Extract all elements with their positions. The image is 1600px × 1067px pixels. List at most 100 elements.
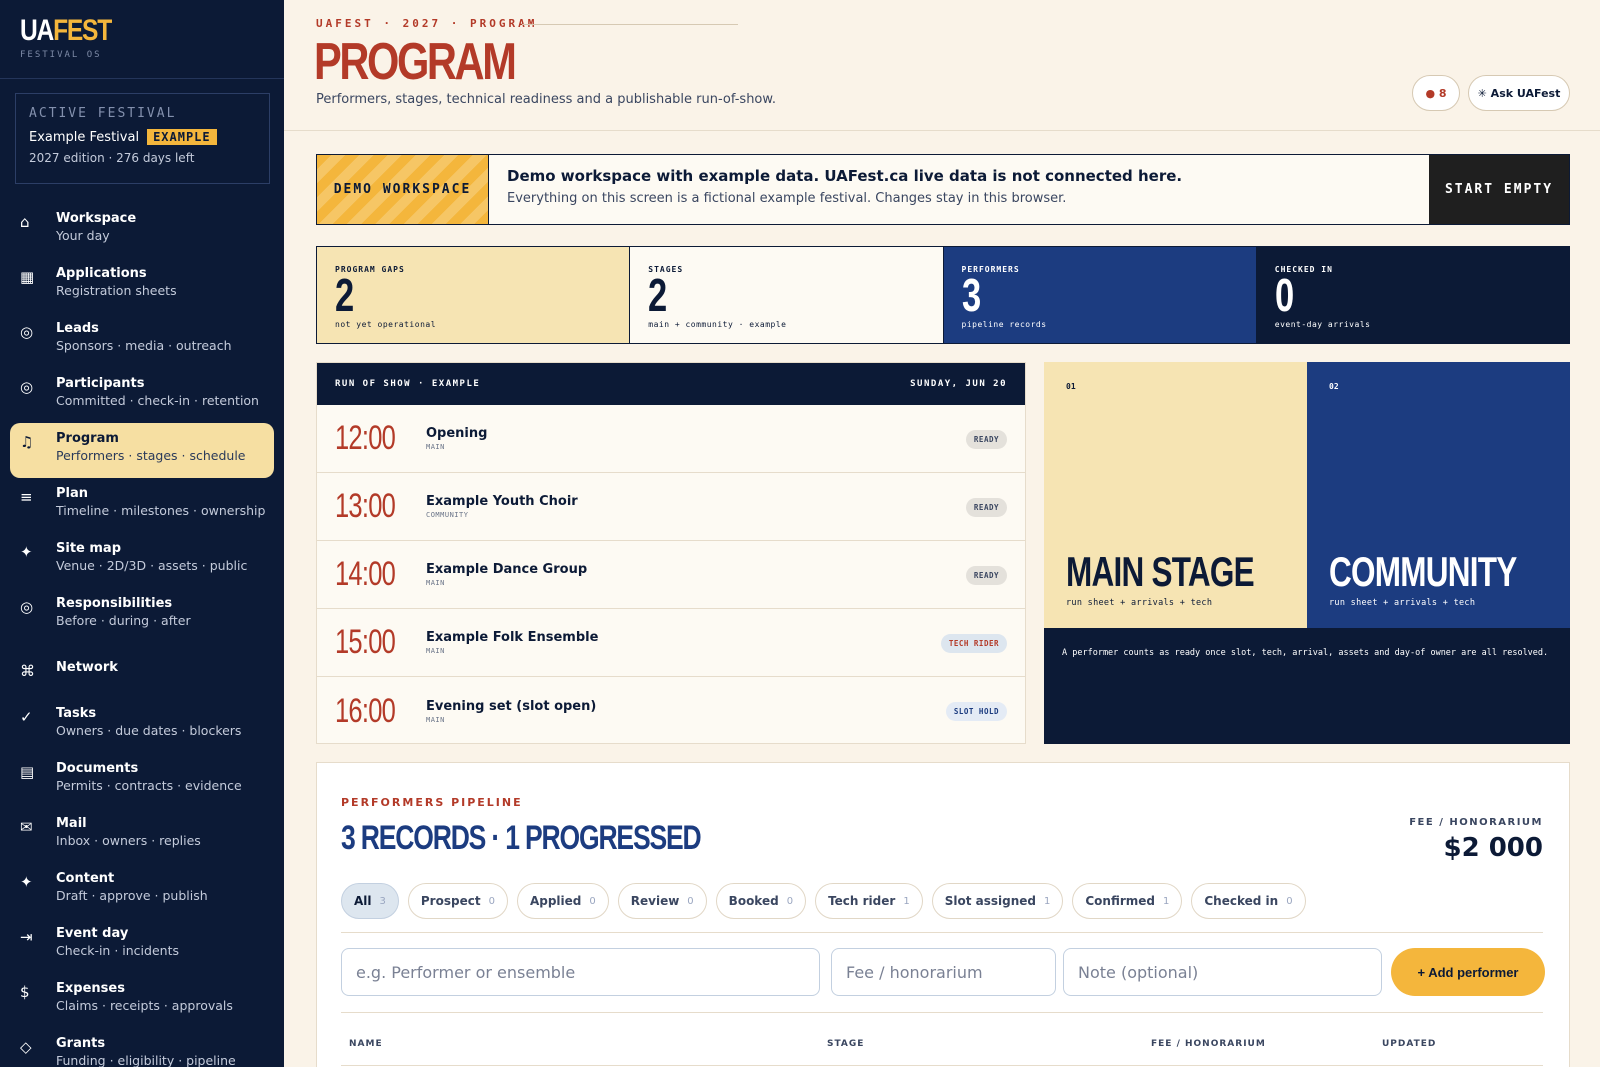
stat-sub: pipeline records [961,320,1047,329]
filter-prospect[interactable]: Prospect 0 [407,883,508,919]
stat-value: 2 [648,269,668,321]
nav-title: Site map [56,541,121,556]
page-subtitle: Performers, stages, technical readiness … [316,92,776,107]
run-of-show-row[interactable]: 15:00 Example Folk Ensemble MAIN TECH RIDER [317,609,1025,677]
stage-card-community[interactable]: 02 COMMUNITY run sheet + arrivals + tech [1307,362,1570,628]
sidebar-item-tasks[interactable]: ✓ Tasks Owners · due dates · blockers [10,698,274,753]
performer-name-input[interactable] [341,948,820,996]
nav-icon: ⌂ [20,213,30,231]
nav-icon: ⌘ [20,662,35,680]
banner-text: Everything on this screen is a fictional… [507,191,1067,206]
run-of-show-row[interactable]: 13:00 Example Youth Choir COMMUNITY READY [317,473,1025,541]
filter-booked[interactable]: Booked 0 [715,883,807,919]
nav-title: Content [56,871,115,886]
column-header-stage[interactable]: STAGE [827,1039,864,1049]
nav-subtitle: Permits · contracts · evidence [56,778,242,793]
filter-label: Applied [529,894,582,908]
nav-title: Responsibilities [56,596,173,611]
stat-program-gaps[interactable]: PROGRAM GAPS 2 not yet operational [317,247,630,343]
run-of-show-row[interactable]: 14:00 Example Dance Group MAIN READY [317,541,1025,609]
slot-performer: Evening set (slot open) [426,698,597,714]
sidebar-item-documents[interactable]: ▤ Documents Permits · contracts · evidence [10,753,274,808]
status-badge: SLOT HOLD [945,702,1007,721]
logo[interactable]: UAFEST FESTIVAL OS [20,14,131,61]
sidebar-item-program[interactable]: ♫ Program Performers · stages · schedule [10,423,274,478]
notifications-button[interactable]: ● 8 [1412,75,1460,111]
nav-subtitle: Registration sheets [56,283,177,298]
stage-card-main[interactable]: 01 MAIN STAGE run sheet + arrivals + tec… [1044,362,1307,628]
ask-uafest-button[interactable]: ✳ Ask UAFest [1468,75,1570,111]
column-header-updated[interactable]: UPDATED [1382,1039,1436,1049]
sidebar-item-grants[interactable]: ◇ Grants Funding · eligibility · pipeline [10,1028,274,1067]
slot-time: 16:00 [335,691,396,730]
sidebar-item-workspace[interactable]: ⌂ Workspace Your day [10,203,274,258]
nav-icon: ◎ [20,598,34,616]
filter-slot-assigned[interactable]: Slot assigned 1 [931,883,1064,919]
nav-subtitle: Owners · due dates · blockers [56,723,242,738]
nav-subtitle: Funding · eligibility · pipeline [56,1053,236,1067]
nav-icon: ✦ [20,873,33,891]
sidebar-item-responsibilities[interactable]: ◎ Responsibilities Before · during · after [10,588,274,643]
demo-workspace-tag: DEMO WORKSPACE [317,155,489,224]
sidebar-item-site-map[interactable]: ✦ Site map Venue · 2D/3D · assets · public [10,533,274,588]
stat-checked-in[interactable]: CHECKED IN 0 event-day arrivals [1255,247,1569,343]
filter-label: Confirmed [1085,894,1155,908]
stat-label: PERFORMERS [961,265,1020,274]
filter-checked-in[interactable]: Checked in 0 [1191,883,1306,919]
run-of-show-title: RUN OF SHOW · EXAMPLE [335,379,481,389]
filter-confirmed[interactable]: Confirmed 1 [1072,883,1183,919]
stats-row: PROGRAM GAPS 2 not yet operational STAGE… [316,246,1570,344]
pipeline-divider [341,932,1543,933]
sidebar-item-event-day[interactable]: ⇥ Event day Check-in · incidents [10,918,274,973]
sidebar-item-expenses[interactable]: $ Expenses Claims · receipts · approvals [10,973,274,1028]
stat-value: 2 [335,269,355,321]
sidebar-item-participants[interactable]: ◎ Participants Committed · check-in · rete… [10,368,274,423]
filter-count: 0 [589,895,596,907]
active-festival-label: ACTIVE FESTIVAL [29,106,177,121]
sidebar-nav: ⌂ Workspace Your day ▦ Applications Registrat… [10,203,274,1067]
sidebar-item-plan[interactable]: ≡ Plan Timeline · milestones · ownership [10,478,274,533]
filter-all[interactable]: All 3 [341,883,399,919]
sidebar-item-content[interactable]: ✦ Content Draft · approve · publish [10,863,274,918]
filter-count: 0 [687,895,694,907]
slot-time: 14:00 [335,555,396,593]
add-performer-button[interactable]: + Add performer [1391,948,1545,996]
nav-icon: ✓ [20,708,33,726]
column-header-name[interactable]: NAME [349,1039,383,1049]
sidebar-item-leads[interactable]: ◎ Leads Sponsors · media · outreach [10,313,274,368]
logo-ua: UA [20,14,54,47]
stat-stages[interactable]: STAGES 2 main + community · example [629,247,943,343]
fee-input[interactable] [831,948,1056,996]
nav-title: Participants [56,376,145,391]
stat-performers[interactable]: PERFORMERS 3 pipeline records [942,247,1256,343]
filter-tech-rider[interactable]: Tech rider 1 [815,883,923,919]
nav-title: Program [56,431,119,446]
filter-count: 1 [903,895,910,907]
start-empty-button[interactable]: START EMPTY [1429,155,1569,224]
slot-performer: Opening [426,426,488,441]
stat-sub: main + community · example [648,320,787,329]
nav-icon: ≡ [20,488,33,506]
slot-stage: COMMUNITY [426,511,469,519]
nav-title: Network [56,660,118,675]
active-festival-name: Example Festival [29,129,140,145]
run-of-show-row[interactable]: 12:00 Opening MAIN READY [317,405,1025,473]
filter-label: Tech rider [828,894,896,908]
sidebar-item-mail[interactable]: ✉ Mail Inbox · owners · replies [10,808,274,863]
sidebar-item-applications[interactable]: ▦ Applications Registration sheets [10,258,274,313]
note-input[interactable] [1063,948,1382,996]
run-of-show-header: RUN OF SHOW · EXAMPLE SUNDAY, JUN 20 [317,363,1025,405]
active-festival-card[interactable]: ACTIVE FESTIVAL Example Festival EXAMPLE … [15,93,270,184]
stat-label: PROGRAM GAPS [335,265,405,274]
nav-title: Event day [56,926,129,941]
nav-title: Documents [56,761,139,776]
filter-review[interactable]: Review 0 [617,883,707,919]
run-of-show-row[interactable]: 16:00 Evening set (slot open) MAIN SLOT HOL… [317,677,1025,745]
filter-label: Review [630,894,680,908]
sidebar-item-network[interactable]: ⌘ Network [10,643,274,698]
slot-stage: MAIN [426,443,445,451]
filter-applied[interactable]: Applied 0 [516,883,609,919]
filter-label: Checked in [1204,894,1279,908]
column-header-fee[interactable]: FEE / HONORARIUM [1151,1039,1266,1049]
run-of-show: RUN OF SHOW · EXAMPLE SUNDAY, JUN 20 12:… [316,362,1026,744]
